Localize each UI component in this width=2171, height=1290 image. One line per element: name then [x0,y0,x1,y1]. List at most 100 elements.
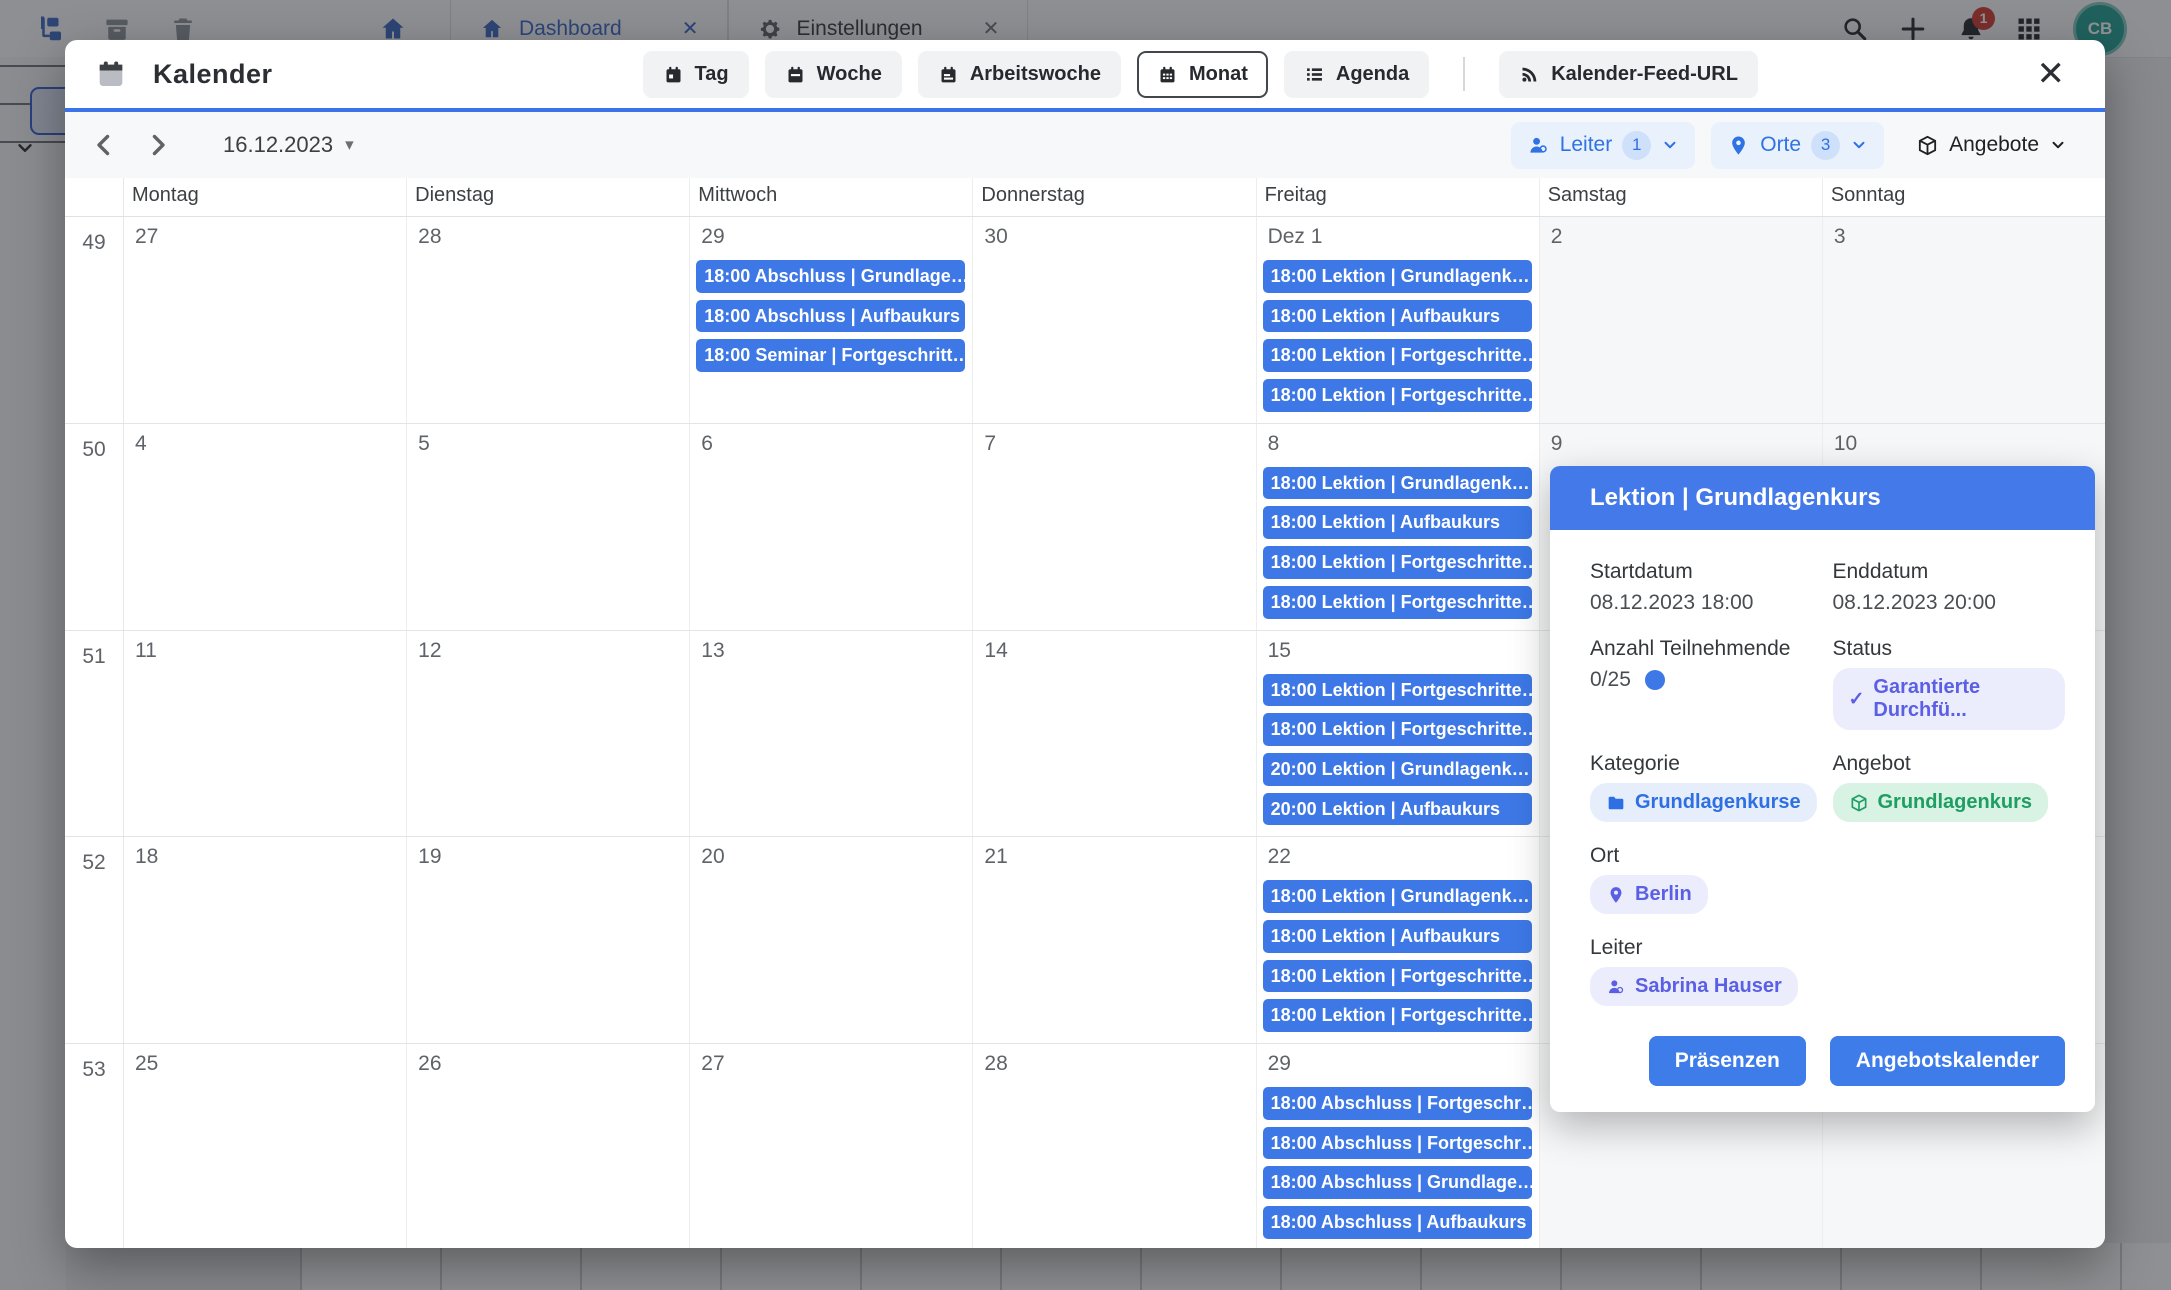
folder-icon [1606,793,1626,813]
day-cell[interactable]: 2218:00 Lektion | Grundlagenk…18:00 Lekt… [1257,837,1540,1043]
popover-actions: Präsenzen Angebotskalender [1590,1036,2065,1086]
day-cell[interactable]: 7 [973,424,1256,630]
event-chip[interactable]: 20:00 Lektion | Grundlagenk… [1263,753,1532,786]
view-tag-button[interactable]: Tag [643,51,749,98]
event-chip[interactable]: 18:00 Lektion | Fortgeschritte… [1263,999,1532,1032]
day-cell[interactable]: 2 [1540,217,1823,423]
day-cell[interactable]: 1518:00 Lektion | Fortgeschritte…18:00 L… [1257,631,1540,837]
day-cell[interactable]: 26 [407,1044,690,1248]
event-chip[interactable]: 18:00 Abschluss | Fortgeschr… [1263,1087,1532,1120]
week-number: 49 [65,217,124,423]
event-chip[interactable]: 18:00 Abschluss | Aufbaukurs [696,300,965,333]
view-label: Monat [1189,63,1248,86]
day-number: 14 [977,639,1251,663]
day-cell[interactable]: 11 [124,631,407,837]
day-number: 9 [1544,432,1818,456]
day-cell[interactable]: 30 [973,217,1256,423]
day-cell[interactable]: 21 [973,837,1256,1043]
view-agenda-button[interactable]: Agenda [1284,51,1429,98]
day-cell[interactable]: 28 [407,217,690,423]
view-woche-button[interactable]: Woche [765,51,902,98]
date-picker[interactable]: 16.12.2023 ▾ [223,132,354,158]
participants-count: 0/25 [1590,668,1631,692]
day-cell[interactable]: 2918:00 Abschluss | Grundlage…18:00 Absc… [690,217,973,423]
status-badge[interactable]: ✓ Garantierte Durchfü... [1833,668,2066,730]
filter-bar: Leiter 1 Orte 3 Angebote [1511,122,2083,169]
event-chip[interactable]: 18:00 Lektion | Fortgeschritte… [1263,586,1532,619]
day-cell[interactable]: 27 [690,1044,973,1248]
filter-leiter[interactable]: Leiter 1 [1511,122,1696,169]
event-chip[interactable]: 18:00 Lektion | Fortgeschritte… [1263,960,1532,993]
event-chip[interactable]: 18:00 Lektion | Grundlagenk… [1263,880,1532,913]
day-cell[interactable]: 12 [407,631,690,837]
day-cell[interactable]: 13 [690,631,973,837]
day-cell[interactable]: 2918:00 Abschluss | Fortgeschr…18:00 Abs… [1257,1044,1540,1248]
day-cell[interactable]: 19 [407,837,690,1043]
event-chip[interactable]: 18:00 Lektion | Grundlagenk… [1263,260,1532,293]
event-chip[interactable]: 18:00 Lektion | Grundlagenk… [1263,467,1532,500]
day-cell[interactable]: 8 18:00 Lektion | Grundlagenk… 18:00 Lekti… [1257,424,1540,630]
view-monat-button[interactable]: Monat [1137,51,1268,98]
kategorie-badge[interactable]: Grundlagenkurse [1590,783,1817,822]
weekday-label: Freitag [1257,178,1540,216]
filter-orte[interactable]: Orte 3 [1711,122,1884,169]
event-chip[interactable]: 18:00 Lektion | Aufbaukurs [1263,920,1532,953]
weekday-header: Montag Dienstag Mittwoch Donnerstag Frei… [65,178,2105,217]
day-number: 8 [1261,432,1535,456]
event-chip[interactable]: 18:00 Lektion | Aufbaukurs [1263,506,1532,539]
event-chip[interactable]: 18:00 Abschluss | Fortgeschr… [1263,1127,1532,1160]
field-teilnehmende: Anzahl Teilnehmende 0/25 [1590,637,1823,730]
ort-badge[interactable]: Berlin [1590,875,1708,914]
calendar-icon [95,58,127,90]
status-dot [1645,670,1665,690]
day-number: 26 [411,1052,685,1076]
day-cell[interactable]: 27 [124,217,407,423]
event-chip[interactable]: 20:00 Lektion | Aufbaukurs [1263,793,1532,826]
event-chip[interactable]: 18:00 Lektion | Fortgeschritte… [1263,713,1532,746]
angebot-badge[interactable]: Grundlagenkurs [1833,783,2048,822]
day-number: 21 [977,845,1251,869]
modal-header: Kalender Tag Woche Arbeitswoche Monat Ag… [65,40,2105,108]
view-arbeitswoche-button[interactable]: Arbeitswoche [918,51,1121,98]
filter-label: Leiter [1560,133,1613,157]
filter-angebote[interactable]: Angebote [1900,124,2083,166]
event-chip[interactable]: 18:00 Seminar | Fortgeschritt… [696,339,965,372]
day-cell[interactable]: 18 [124,837,407,1043]
day-cell[interactable]: 6 [690,424,973,630]
event-chip[interactable]: 18:00 Abschluss | Grundlage… [696,260,965,293]
event-chip[interactable]: 18:00 Lektion | Fortgeschritte… [1263,379,1532,412]
event-chip[interactable]: 18:00 Abschluss | Aufbaukurs [1263,1206,1532,1239]
angebotskalender-button[interactable]: Angebotskalender [1830,1036,2065,1086]
event-chip[interactable]: 18:00 Lektion | Fortgeschritte… [1263,546,1532,579]
day-cell[interactable]: 25 [124,1044,407,1248]
day-cell[interactable]: 3 [1823,217,2105,423]
event-chip[interactable]: 18:00 Abschluss | Grundlage… [1263,1166,1532,1199]
field-kategorie: Kategorie Grundlagenkurse [1590,752,1823,822]
day-number: 2 [1544,225,1818,249]
leiter-badge[interactable]: Sabrina Hauser [1590,967,1798,1006]
day-cell[interactable]: 28 [973,1044,1256,1248]
day-cell[interactable]: 4 [124,424,407,630]
day-cell[interactable]: Dez 118:00 Lektion | Grundlagenk…18:00 L… [1257,217,1540,423]
day-number: 5 [411,432,685,456]
weekday-label: Samstag [1540,178,1823,216]
day-cell[interactable]: 5 [407,424,690,630]
prev-button[interactable] [87,128,121,162]
weekday-label: Montag [124,178,407,216]
view-label: Agenda [1336,63,1409,86]
day-cell[interactable]: 20 [690,837,973,1043]
next-button[interactable] [141,128,175,162]
day-cell[interactable]: 14 [973,631,1256,837]
day-number: 18 [128,845,402,869]
chevron-down-icon [1850,136,1868,154]
kalender-feed-url-button[interactable]: Kalender-Feed-URL [1499,51,1758,98]
current-date: 16.12.2023 [223,132,333,158]
event-chip[interactable]: 18:00 Lektion | Fortgeschritte… [1263,339,1532,372]
view-switcher: Tag Woche Arbeitswoche Monat Agenda Ka [643,51,1758,98]
praesenzen-button[interactable]: Präsenzen [1649,1036,1806,1086]
list-icon [1304,64,1325,85]
close-icon[interactable]: ✕ [2027,53,2076,95]
popover-title: Lektion | Grundlagenkurs [1590,484,1881,512]
event-chip[interactable]: 18:00 Lektion | Fortgeschritte… [1263,674,1532,707]
event-chip[interactable]: 18:00 Lektion | Aufbaukurs [1263,300,1532,333]
